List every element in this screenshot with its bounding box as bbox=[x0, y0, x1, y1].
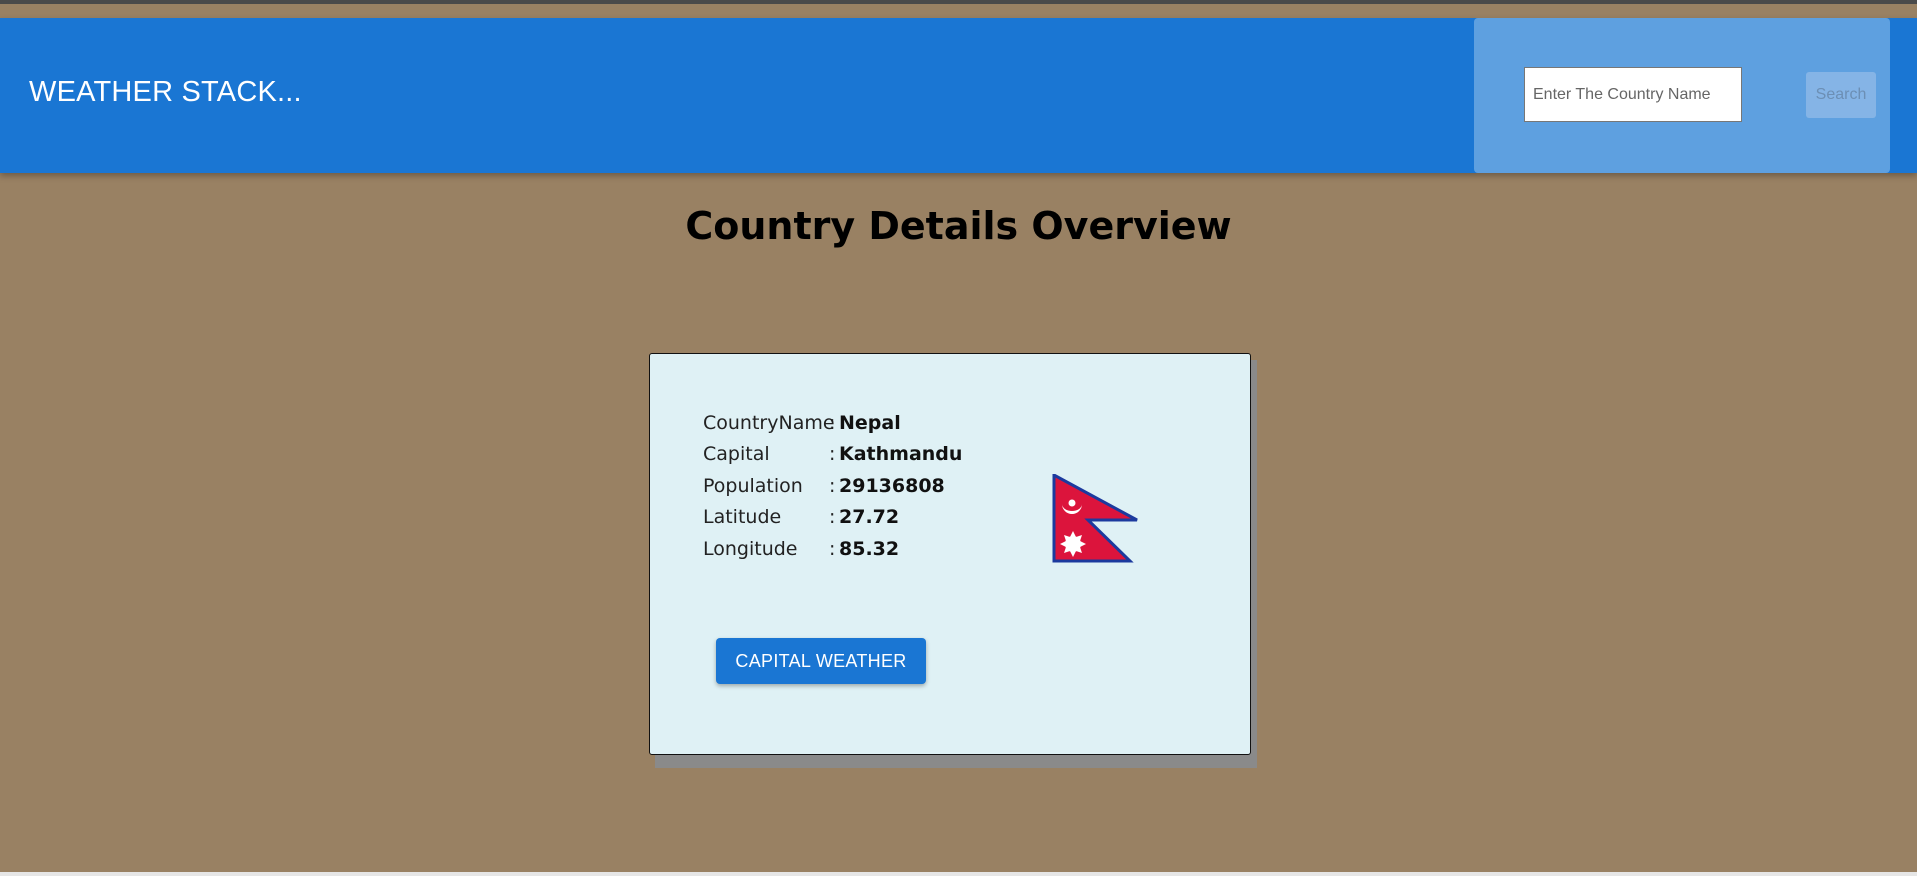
nepal-flag-icon bbox=[1052, 474, 1138, 563]
detail-value: Kathmandu bbox=[839, 443, 963, 466]
detail-separator: : bbox=[829, 443, 836, 466]
detail-label: Latitude bbox=[703, 506, 782, 529]
detail-separator: : bbox=[829, 474, 836, 497]
detail-label: CountryName bbox=[703, 411, 835, 434]
detail-value: 27.72 bbox=[839, 506, 900, 529]
detail-value: 29136808 bbox=[839, 474, 945, 497]
detail-separator: : bbox=[829, 411, 836, 434]
browser-top-strip bbox=[0, 0, 1917, 4]
detail-label: Capital bbox=[703, 443, 770, 466]
detail-row-population: Population : 29136808 bbox=[703, 470, 962, 502]
country-details-card: CountryName : Nepal Capital : Kathmandu … bbox=[649, 353, 1251, 755]
detail-row-capital: Capital : Kathmandu bbox=[703, 439, 962, 471]
page-title: Country Details Overview bbox=[685, 204, 1232, 248]
detail-row-longitude: Longitude : 85.32 bbox=[703, 533, 962, 565]
detail-row-country-name: CountryName : Nepal bbox=[703, 407, 962, 439]
detail-value: Nepal bbox=[839, 411, 901, 434]
search-panel: Search bbox=[1474, 18, 1890, 173]
bottom-strip bbox=[0, 872, 1917, 876]
detail-row-latitude: Latitude : 27.72 bbox=[703, 502, 962, 534]
detail-value: 85.32 bbox=[839, 537, 900, 560]
detail-separator: : bbox=[829, 506, 836, 529]
details-list: CountryName : Nepal Capital : Kathmandu … bbox=[703, 407, 962, 565]
search-button[interactable]: Search bbox=[1806, 72, 1876, 118]
brand-title: WEATHER STACK... bbox=[29, 76, 302, 108]
detail-label: Population bbox=[703, 474, 803, 497]
country-search-input[interactable] bbox=[1524, 67, 1742, 122]
detail-label: Longitude bbox=[703, 537, 798, 560]
detail-separator: : bbox=[829, 537, 836, 560]
capital-weather-button[interactable]: CAPITAL WEATHER bbox=[716, 638, 926, 684]
app-bar: WEATHER STACK... Search bbox=[0, 18, 1917, 173]
